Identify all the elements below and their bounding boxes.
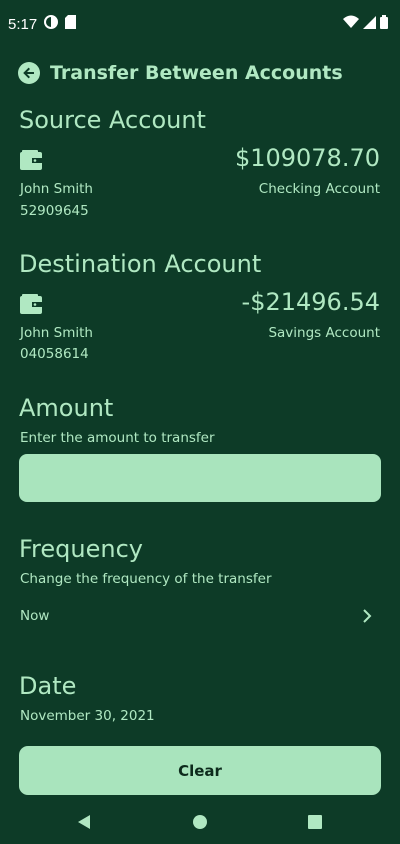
- status-time: 5:17: [8, 15, 38, 33]
- destination-owner: John Smith: [20, 325, 93, 341]
- frequency-heading: Frequency: [19, 535, 143, 563]
- source-account-number: 52909645: [20, 203, 89, 219]
- destination-balance: -$21496.54: [241, 288, 380, 316]
- date-value[interactable]: November 30, 2021: [20, 708, 155, 724]
- amount-heading: Amount: [19, 394, 114, 422]
- source-owner: John Smith: [20, 181, 93, 197]
- wallet-icon: [20, 150, 42, 170]
- transfer-screen: 5:17 Transfer Between Accounts Source Ac…: [0, 0, 400, 844]
- source-account-type: Checking Account: [258, 181, 380, 197]
- nav-recents-button[interactable]: [305, 812, 325, 832]
- circle-home-icon: [193, 815, 207, 829]
- triangle-back-icon: [78, 815, 90, 829]
- source-account-heading: Source Account: [19, 106, 206, 134]
- back-button[interactable]: [18, 62, 40, 84]
- date-heading: Date: [19, 672, 77, 700]
- chevron-right-icon[interactable]: [360, 608, 374, 624]
- sim-card-icon: [65, 15, 77, 33]
- battery-icon: [380, 15, 388, 33]
- nav-back-button[interactable]: [74, 812, 94, 832]
- amount-input[interactable]: [19, 454, 381, 502]
- source-balance: $109078.70: [234, 144, 380, 172]
- frequency-hint: Change the frequency of the transfer: [20, 571, 272, 587]
- wallet-icon: [20, 294, 42, 314]
- status-bar: 5:17: [0, 0, 400, 48]
- clear-button[interactable]: Clear: [19, 746, 381, 795]
- destination-account-heading: Destination Account: [19, 250, 262, 278]
- page-title: Transfer Between Accounts: [50, 62, 343, 84]
- square-recents-icon: [308, 815, 322, 829]
- app-header: Transfer Between Accounts: [18, 60, 343, 86]
- data-saver-icon: [44, 15, 59, 33]
- status-right: [343, 15, 388, 33]
- amount-hint: Enter the amount to transfer: [20, 430, 215, 446]
- status-left: 5:17: [8, 15, 77, 33]
- nav-home-button[interactable]: [190, 812, 210, 832]
- frequency-value[interactable]: Now: [20, 608, 49, 624]
- signal-icon: [363, 15, 376, 33]
- destination-account-type: Savings Account: [268, 325, 380, 341]
- arrow-back-icon: [23, 67, 34, 79]
- wifi-icon: [343, 15, 359, 33]
- destination-account-number: 04058614: [20, 346, 89, 362]
- system-nav-bar: [0, 800, 400, 844]
